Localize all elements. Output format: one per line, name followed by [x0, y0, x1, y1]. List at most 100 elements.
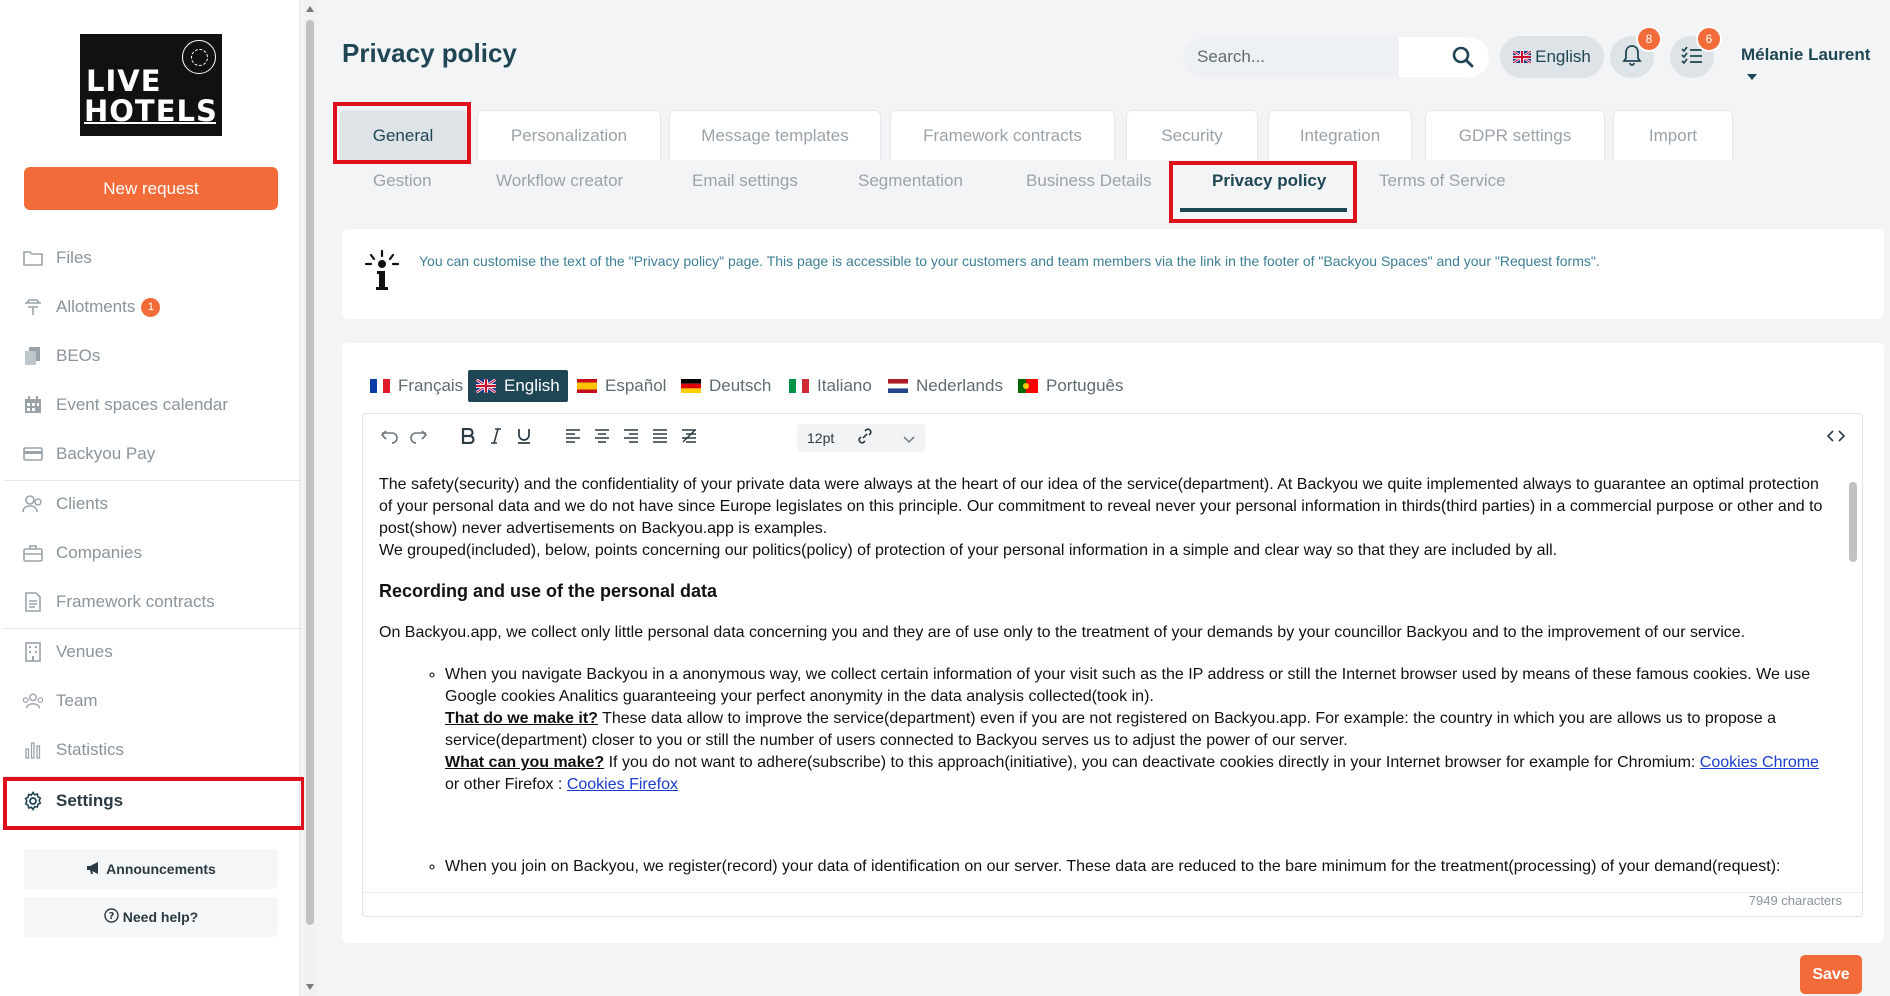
it-flag-icon	[789, 379, 809, 393]
lang-label: Français	[398, 376, 464, 395]
folder-icon	[22, 247, 44, 269]
sidebar: LIVE HOTELS New request Files Allotments…	[0, 0, 305, 996]
search-icon[interactable]	[1451, 45, 1475, 74]
tab-import[interactable]: Import	[1613, 110, 1733, 160]
tab-integration[interactable]: Integration	[1268, 110, 1412, 160]
align-justify-icon[interactable]	[647, 423, 673, 449]
scroll-down-arrow-icon[interactable]	[306, 984, 314, 990]
contract-icon	[22, 591, 44, 613]
lang-label: Italiano	[817, 376, 872, 395]
sidebar-item-label: Companies	[56, 543, 142, 562]
tasks-button[interactable]: 6	[1670, 26, 1722, 78]
underline-icon[interactable]	[511, 423, 537, 449]
uk-flag-icon	[1513, 51, 1532, 63]
live-hotels-logo[interactable]: LIVE HOTELS	[80, 34, 222, 136]
subtab-segmentation[interactable]: Segmentation	[858, 171, 963, 191]
announcements-label: Announcements	[106, 861, 216, 877]
editor-scrollbar[interactable]	[1848, 470, 1858, 890]
tab-security[interactable]: Security	[1126, 110, 1258, 160]
sidebar-item-label: Venues	[56, 642, 113, 661]
subtab-workflow-creator[interactable]: Workflow creator	[496, 171, 623, 191]
settings-highlight	[3, 777, 305, 830]
info-box: You can customise the text of the "Priva…	[342, 229, 1884, 319]
sidebar-item-backyou-pay[interactable]: Backyou Pay	[22, 434, 292, 474]
lang-tab-german[interactable]: Deutsch	[673, 370, 779, 402]
uk-flag-icon	[476, 379, 496, 393]
scroll-up-arrow-icon[interactable]	[306, 6, 314, 12]
sidebar-divider	[4, 480, 302, 481]
sidebar-item-label: Team	[56, 691, 98, 710]
redo-icon[interactable]	[405, 423, 431, 449]
chevron-down-icon	[1747, 66, 1757, 86]
sidebar-item-allotments[interactable]: Allotments 1	[22, 287, 292, 327]
search-bar[interactable]	[1183, 37, 1489, 77]
clear-formatting-icon[interactable]	[676, 423, 702, 449]
save-button[interactable]: Save	[1800, 955, 1862, 994]
character-count: 7949 characters	[1748, 893, 1842, 908]
new-request-button[interactable]: New request	[24, 167, 278, 210]
tab-message-templates[interactable]: Message templates	[669, 110, 881, 160]
editor-content[interactable]: The safety(security) and the confidentia…	[379, 474, 1829, 889]
documents-icon	[22, 345, 44, 367]
sidebar-item-event-spaces-calendar[interactable]: Event spaces calendar	[22, 385, 292, 425]
sidebar-item-clients[interactable]: Clients	[22, 484, 292, 524]
lang-label: Português	[1046, 376, 1124, 395]
list-item: When you navigate Backyou in a anonymous…	[445, 664, 1829, 796]
list-item: When you join on Backyou, we register(re…	[445, 856, 1829, 878]
lang-tab-dutch[interactable]: Nederlands	[880, 370, 1011, 402]
align-center-icon[interactable]	[589, 423, 615, 449]
sidebar-item-statistics[interactable]: Statistics	[22, 730, 292, 770]
sidebar-scrollbar[interactable]	[304, 0, 316, 996]
need-help-label: Need help?	[122, 909, 199, 925]
undo-icon[interactable]	[377, 423, 403, 449]
notifications-button[interactable]: 8	[1610, 26, 1662, 78]
editor-scrollbar-thumb[interactable]	[1849, 482, 1857, 562]
search-input[interactable]	[1195, 46, 1425, 68]
cookies-chrome-link[interactable]: Cookies Chrome	[1700, 754, 1819, 771]
lang-tab-spanish[interactable]: Español	[569, 370, 674, 402]
sidebar-item-files[interactable]: Files	[22, 238, 292, 278]
source-code-icon[interactable]	[1823, 423, 1849, 449]
bold-icon[interactable]	[455, 423, 481, 449]
tab-framework-contracts[interactable]: Framework contracts	[890, 110, 1115, 160]
subtab-business-details[interactable]: Business Details	[1026, 171, 1152, 191]
subtab-terms-of-service[interactable]: Terms of Service	[1379, 171, 1506, 191]
lang-label: Nederlands	[916, 376, 1003, 395]
announcements-button[interactable]: Announcements	[24, 849, 278, 889]
tab-gdpr-settings[interactable]: GDPR settings	[1425, 110, 1605, 160]
credit-card-icon	[22, 443, 44, 465]
sidebar-item-companies[interactable]: Companies	[22, 533, 292, 573]
need-help-button[interactable]: ? Need help?	[24, 897, 278, 937]
rich-text-editor[interactable]: 12pt The safety(security) and the confid…	[362, 413, 1863, 917]
align-right-icon[interactable]	[618, 423, 644, 449]
list-item-text: When you navigate Backyou in a anonymous…	[445, 666, 1811, 705]
language-selector[interactable]: English	[1500, 36, 1604, 78]
nl-flag-icon	[888, 379, 908, 393]
tab-personalization[interactable]: Personalization	[477, 110, 661, 160]
italic-icon[interactable]	[483, 423, 509, 449]
lang-tab-french[interactable]: Français	[362, 370, 471, 402]
scrollbar-thumb[interactable]	[306, 20, 314, 925]
sidebar-item-team[interactable]: Team	[22, 681, 292, 721]
lang-tab-portuguese[interactable]: Português	[1010, 370, 1132, 402]
language-label: English	[1535, 47, 1591, 66]
general-tab-highlight	[333, 102, 471, 164]
subtab-gestion[interactable]: Gestion	[373, 171, 432, 191]
user-menu[interactable]: Mélanie Laurent	[1741, 45, 1890, 86]
sidebar-item-venues[interactable]: Venues	[22, 632, 292, 672]
lang-tab-english[interactable]: English	[468, 370, 568, 402]
logo-rule	[84, 122, 216, 124]
sidebar-item-framework-contracts[interactable]: Framework contracts	[22, 582, 292, 622]
info-text: You can customise the text of the "Priva…	[419, 253, 1600, 269]
lang-tab-italian[interactable]: Italiano	[781, 370, 880, 402]
sidebar-item-label: Framework contracts	[56, 592, 215, 611]
sidebar-item-beos[interactable]: BEOs	[22, 336, 292, 376]
page-title: Privacy policy	[342, 38, 517, 68]
link-icon[interactable]	[852, 423, 878, 449]
de-flag-icon	[681, 379, 701, 393]
bar-chart-icon	[22, 739, 44, 761]
cookies-firefox-link[interactable]: Cookies Firefox	[567, 776, 678, 793]
lang-label: English	[504, 376, 560, 395]
subtab-email-settings[interactable]: Email settings	[692, 171, 798, 191]
align-left-icon[interactable]	[560, 423, 586, 449]
